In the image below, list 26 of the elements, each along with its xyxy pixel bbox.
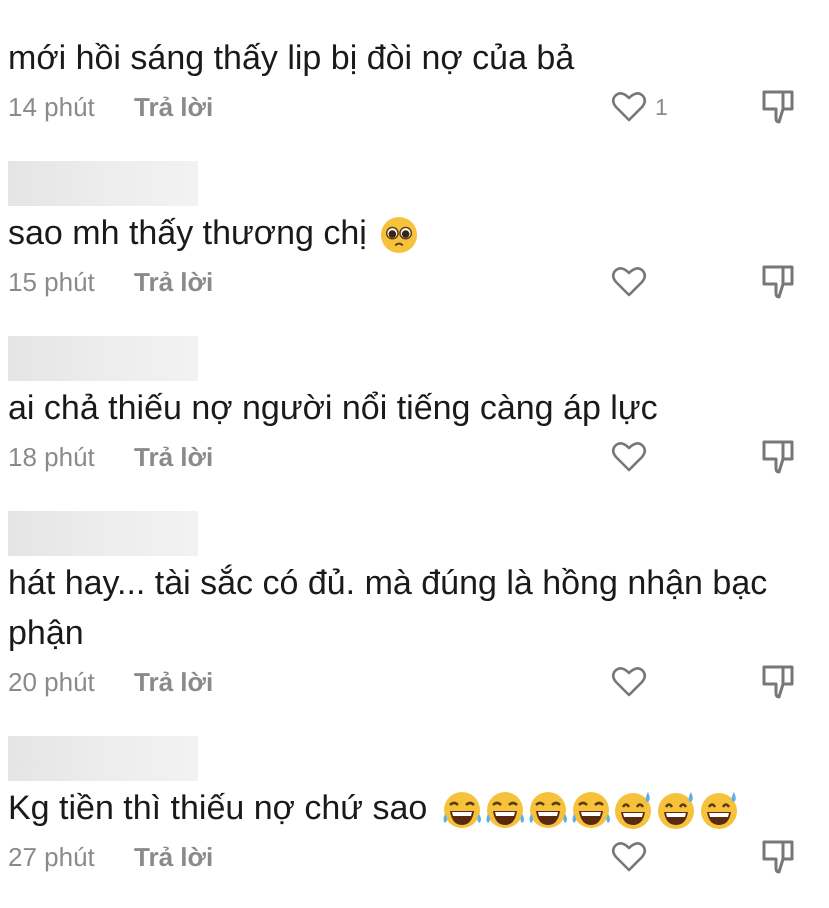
comment-time: 14 phút [8, 92, 96, 122]
heart-icon[interactable] [611, 91, 647, 123]
dislike-icon[interactable] [761, 439, 795, 475]
dislike-icon[interactable] [761, 664, 795, 700]
heart-icon[interactable] [611, 441, 647, 473]
dislike-icon[interactable] [761, 839, 795, 875]
reply-link[interactable]: Trả lời [134, 666, 214, 698]
like-count: 1 [655, 94, 668, 120]
comment-text: mới hồi sáng thấy lip bị đòi nợ của bả [8, 39, 574, 77]
comment-time: 15 phút [8, 266, 96, 298]
comment-time: 27 phút [8, 842, 96, 872]
heart-icon[interactable] [611, 841, 647, 873]
heart-icon[interactable] [611, 666, 647, 698]
comment-time: 18 phút [8, 442, 96, 472]
reply-link[interactable]: Trả lời [134, 266, 214, 298]
comment-time: 20 phút [8, 666, 96, 698]
reply-link[interactable]: Trả lời [134, 442, 214, 472]
reply-link[interactable]: Trả lời [134, 92, 214, 122]
comment-text: hát hay... tài sắc có đủ. mà đúng là hồng nhận bạc phận [8, 564, 768, 652]
comment-text: sao mh thấy thương chị [8, 214, 367, 252]
reply-link[interactable]: Trả lời [134, 842, 214, 872]
comment-text: Kg tiền thì thiếu nợ chứ sao [8, 789, 428, 827]
dislike-icon[interactable] [761, 89, 795, 125]
heart-icon[interactable] [611, 266, 647, 298]
dislike-icon[interactable] [761, 264, 795, 300]
comment-text: ai chả thiếu nợ người nổi tiếng càng áp lực [8, 389, 658, 427]
